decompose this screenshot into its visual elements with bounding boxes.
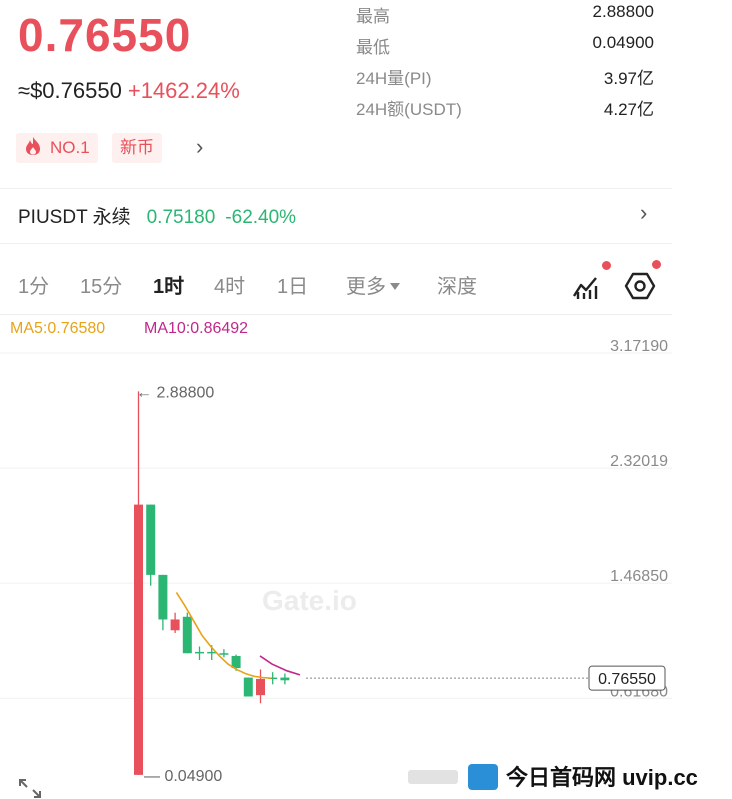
stat-label: 24H量(PI) <box>356 69 432 88</box>
blurred-text <box>408 770 458 784</box>
brand-text: 今日首码网 uvip.cc <box>506 765 698 790</box>
hot-rank-label: NO.1 <box>50 138 90 157</box>
price-summary: ≈$0.76550 +1462.24% <box>18 78 240 104</box>
y-axis-tick-label: 1.46850 <box>610 568 668 585</box>
caret-down-icon <box>390 283 400 290</box>
perpetual-contract-row[interactable]: PIUSDT 永续 0.75180 -62.40% <box>18 202 296 229</box>
candle-body <box>134 504 143 775</box>
hot-rank-badge[interactable]: NO.1 <box>16 133 98 163</box>
candle-body <box>170 619 180 631</box>
flame-icon <box>26 137 40 155</box>
contract-name: PIUSDT 永续 <box>18 207 131 228</box>
footer-brand: 今日首码网 uvip.cc <box>408 760 698 794</box>
ma10-line <box>259 655 301 676</box>
stat-turnover: 24H额(USDT) 4.27亿 <box>356 95 654 126</box>
stat-value: 3.97亿 <box>603 69 654 88</box>
stat-high: 最高 2.88800 <box>356 2 654 33</box>
market-stats: 最高 2.88800 最低 0.04900 24H量(PI) 3.97亿 24H… <box>356 2 654 126</box>
contract-price: 0.75180 <box>146 207 216 228</box>
stat-volume: 24H量(PI) 3.97亿 <box>356 64 654 95</box>
tab-more[interactable]: 更多 <box>346 270 400 299</box>
brand-logo-icon <box>468 764 498 790</box>
candlestick-chart[interactable]: 3.171902.320191.468500.61680Gate.io0.765… <box>0 335 732 790</box>
y-axis-tick-label: 2.32019 <box>610 453 668 470</box>
tab-depth[interactable]: 深度 <box>437 270 477 299</box>
candle-body <box>219 653 229 655</box>
stat-low: 最低 0.04900 <box>356 33 654 64</box>
stat-value: 2.88800 <box>592 2 654 21</box>
chart-indicator-icon[interactable] <box>570 270 602 302</box>
indicator-notification-dot <box>602 261 611 270</box>
stat-label: 最低 <box>356 38 390 57</box>
watermark-text: Gate.io <box>262 585 357 616</box>
hexagon-settings-icon[interactable] <box>624 270 656 302</box>
tab-4h[interactable]: 4时 <box>214 270 245 299</box>
expand-icon[interactable] <box>18 778 42 799</box>
candle-body <box>195 651 204 654</box>
stat-value: 0.04900 <box>592 33 654 52</box>
high-price-marker: ← 2.88800 <box>136 384 214 401</box>
tab-1m[interactable]: 1分 <box>18 270 49 299</box>
tab-more-label: 更多 <box>346 276 386 298</box>
candle-body <box>280 677 290 681</box>
candle-body <box>182 616 192 654</box>
low-price-marker: — 0.04900 <box>144 768 222 785</box>
stat-value: 4.27亿 <box>603 100 654 119</box>
candle-body <box>146 504 156 575</box>
settings-notification-dot <box>652 260 661 269</box>
divider <box>0 243 672 244</box>
candle-body <box>243 677 253 697</box>
candle-body <box>158 574 168 620</box>
last-price: 0.76550 <box>18 9 192 61</box>
tab-1d[interactable]: 1日 <box>277 270 308 299</box>
current-price-label: 0.76550 <box>598 671 656 688</box>
contract-change: -62.40% <box>225 207 297 228</box>
contract-chevron-right-icon[interactable]: › <box>640 200 647 226</box>
new-coin-badge[interactable]: 新币 <box>112 133 162 163</box>
usd-equivalent: ≈$0.76550 <box>18 78 122 103</box>
divider <box>0 314 672 315</box>
tags-chevron-right-icon[interactable]: › <box>196 134 203 160</box>
stat-label: 24H额(USDT) <box>356 100 462 119</box>
tab-15m[interactable]: 15分 <box>80 270 122 299</box>
divider <box>0 188 672 189</box>
candle-body <box>256 678 265 696</box>
y-axis-tick-label: 3.17190 <box>610 338 668 355</box>
stat-label: 最高 <box>356 7 390 26</box>
tab-1h[interactable]: 1时 <box>153 270 184 299</box>
change-percent: +1462.24% <box>127 78 240 103</box>
